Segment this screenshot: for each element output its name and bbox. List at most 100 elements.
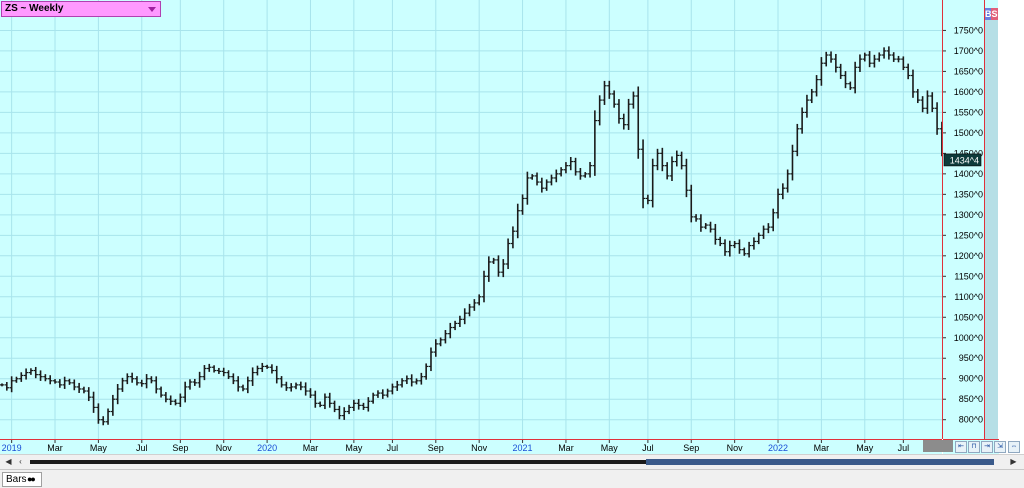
ohlc-bar [342,407,347,420]
ohlc-bar [192,378,197,386]
ohlc-bar [814,75,819,97]
ohlc-bar [872,54,877,68]
ohlc-bar [549,174,554,186]
time-axis[interactable]: 2019 Mar May Jul Sep Nov 2020 Mar May Jul Sep Nov 20… [0,439,942,454]
y-tick-label: 1050^0 [954,312,983,322]
ohlc-bar [525,171,530,205]
ohlc-bar [423,363,429,380]
y-tick-label: 1150^0 [954,271,983,281]
ohlc-bar [698,214,704,232]
ohlc-bar [848,81,853,90]
dropdown-arrow-icon[interactable] [148,7,156,12]
scroll-end-icon[interactable]: ⇲ [994,441,1006,453]
right-strip-fill [985,20,998,439]
horizontal-scrollbar[interactable]: ◀ ‹ ▶ [0,454,1024,469]
right-scroll-strip [985,0,998,439]
ohlc-bar [742,247,747,256]
expand-icon[interactable]: ⇔ [1008,441,1020,453]
zoom-out-icon[interactable]: ⇤ [955,441,967,453]
ohlc-bar [756,232,761,245]
price-axis-svg: 1750^01700^01650^01600^01550^01500^01450… [943,25,983,425]
zoom-in-icon[interactable]: ⊓ [968,441,980,453]
symbol-selector[interactable]: ZS ~ Weekly [1,1,161,17]
ohlc-bar [332,400,337,413]
ohlc-bar [72,379,77,391]
bars-tab[interactable]: Bars ●● [2,472,42,487]
ohlc-bar [264,364,270,369]
ohlc-bar [48,375,53,385]
x-tick-label: Nov [216,443,233,453]
bars-style-icon[interactable]: ●● [27,475,36,484]
ohlc-bar [664,162,670,180]
price-axis[interactable]: 1750^0 1700^0 1650^0 1600^0 1550^0 1500^0 1450… [943,0,985,439]
ohlc-bar [76,382,82,393]
scroll-thumb[interactable] [646,459,994,465]
ohlc-bar [399,378,405,388]
x-tick-label: Sep [172,443,188,453]
ohlc-bar [717,236,723,247]
y-tick-label: 1550^0 [954,107,983,117]
ohlc-bar [452,320,458,331]
y-tick-label: 1100^0 [954,292,983,302]
ohlc-bar [289,383,294,392]
ohlc-bar [708,221,713,233]
y-tick-label: 1300^0 [954,210,983,220]
fit-icon[interactable]: ⇥ [981,441,993,453]
x-tick-label: May [856,443,874,453]
ohlc-bar [443,330,448,344]
ohlc-bar [0,383,5,387]
y-tick-label: 800^0 [959,415,983,425]
scroll-left-icon[interactable]: ◀ [3,457,14,467]
ohlc-bar [433,339,438,357]
ohlc-bar [322,393,328,410]
ohlc-bar [327,392,332,408]
ohlc-bar [722,239,728,256]
ohlc-bar [616,99,622,124]
ohlc-bar [38,370,43,381]
ohlc-bar [824,51,829,67]
scroll-step-left-icon[interactable]: ‹ [15,457,26,467]
ohlc-bar [346,404,352,415]
x-tick-label: Sep [683,443,699,453]
last-price-label: 1434^4 [950,155,979,165]
ohlc-bar [197,371,202,388]
ohlc-bar [583,172,588,178]
ohlc-bar [530,174,535,180]
sell-button[interactable]: S [991,8,998,20]
ohlc-bar [28,368,34,375]
ohlc-bar [568,157,573,171]
ohlc-bar [496,255,501,277]
ohlc-bar [404,375,410,385]
ohlc-bar [775,188,781,219]
x-tick-label: 2022 [768,443,788,453]
ohlc-bar [23,368,29,380]
ohlc-bar [356,399,361,410]
ohlc-bar [713,223,718,245]
chart-plot-area[interactable]: ZS ~ Weekly [0,0,943,439]
x-tick-label: Nov [471,443,488,453]
ohlc-bar [216,367,222,374]
x-tick-label: Mar [558,443,574,453]
ohlc-bar [795,123,800,157]
ohlc-bar [337,405,342,420]
ohlc-bar [105,408,111,425]
ohlc-bar [631,91,636,109]
ohlc-bar [120,377,125,392]
scroll-right-icon[interactable]: ▶ [1008,457,1019,467]
ohlc-bar [351,399,357,411]
ohlc-bar [491,257,496,264]
ohlc-bar [602,80,607,105]
ohlc-bar [467,303,472,317]
bars-tab-label: Bars [6,474,27,485]
ohlc-bar [558,167,564,177]
ohlc-bar [178,393,183,407]
ohlc-bar [592,110,598,176]
ohlc-bar [621,113,626,130]
ohlc-bar [255,365,260,376]
buy-sell-toggle[interactable]: B S [985,8,998,20]
ohlc-bar [260,362,265,372]
ohlc-bar [139,379,144,387]
ohlc-bar [891,52,896,62]
ohlc-bar [250,367,255,386]
ohlc-bar [915,88,920,104]
